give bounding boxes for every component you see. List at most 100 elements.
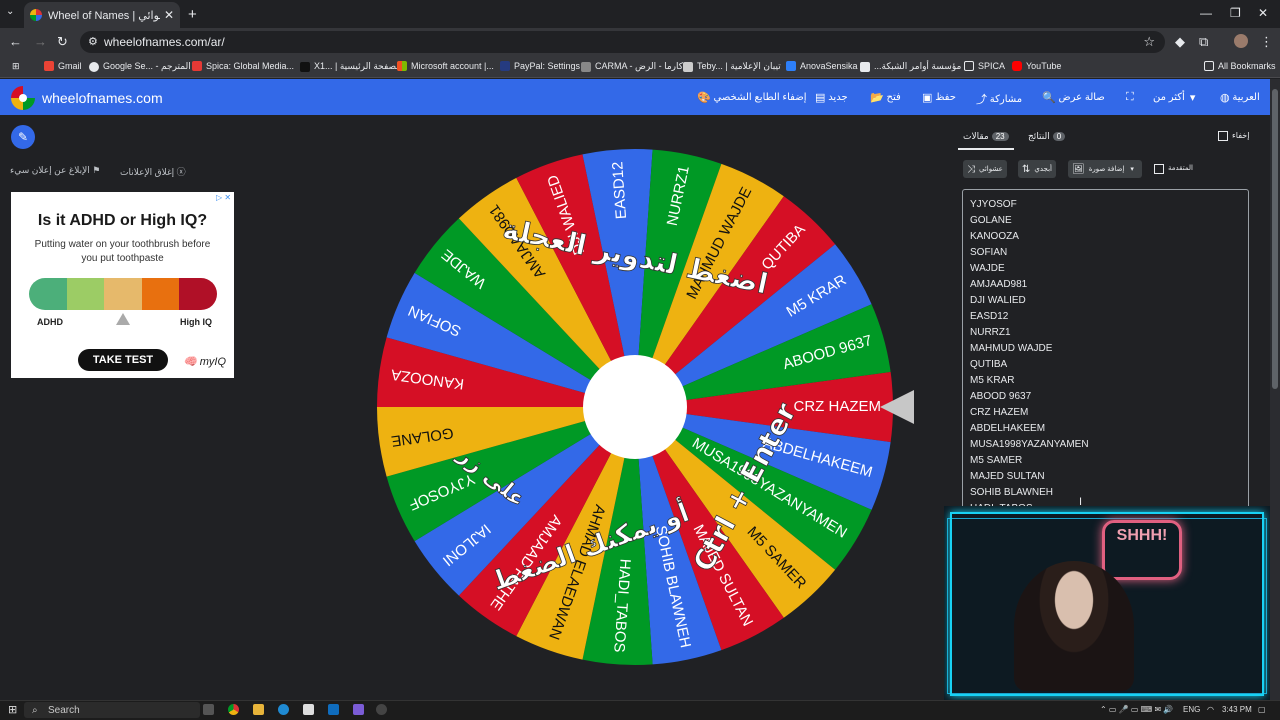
extensions-puzzle-icon[interactable]: ⧉: [1199, 34, 1208, 50]
bookmark-network[interactable]: ...مؤسسة أوامر الشبكة: [860, 61, 961, 72]
ad-choices-icon[interactable]: ▷ ✕: [216, 193, 231, 202]
shuffle-icon: ⤨: [967, 163, 975, 175]
entry-line: ABDELHAKEEM: [970, 423, 1046, 434]
take-test-button[interactable]: TAKE TEST: [78, 349, 168, 371]
search-icon: ⌕: [32, 704, 38, 716]
outlook-icon[interactable]: [328, 704, 339, 715]
all-bookmarks-folder[interactable]: All Bookmarks: [1204, 61, 1276, 71]
address-bar[interactable]: ⚙ wheelofnames.com/ar/ ☆: [80, 31, 1165, 53]
advanced-checkbox[interactable]: [1154, 164, 1164, 174]
advanced-label: المتقدمة: [1168, 165, 1193, 172]
more-menu[interactable]: أكثر من ▾: [1153, 91, 1195, 104]
tab-entries[interactable]: مقالات 23: [963, 131, 1009, 142]
app-icon[interactable]: [353, 704, 364, 715]
bookmark-gmail[interactable]: Gmail: [44, 61, 82, 71]
tab-title: Wheel of Names | اسم العشوائي: [48, 9, 160, 22]
entries-textarea[interactable]: YJYOSOF GOLANE KANOOZA SOFIAN WAJDE AMJAAD981…: [962, 189, 1249, 514]
shuffle-button[interactable]: ⤨ عشوائي: [963, 160, 1007, 178]
close-tab-icon[interactable]: ✕: [164, 8, 174, 22]
open-button[interactable]: 📂 فتح: [865, 91, 901, 104]
chrome-taskbar-icon[interactable]: [228, 704, 239, 715]
back-icon[interactable]: ←: [9, 34, 22, 49]
edit-pencil-button[interactable]: ✎: [11, 125, 35, 149]
brand-name[interactable]: wheelofnames.com: [42, 90, 163, 106]
browser-menu-icon[interactable]: ⋮: [1260, 34, 1273, 50]
customize-button[interactable]: 🎨 إضفاء الطابع الشخصي: [692, 91, 807, 104]
input-language[interactable]: ENG: [1183, 705, 1200, 714]
ad-subtext: Putting water on your toothbrush before …: [34, 239, 211, 264]
clock[interactable]: 3:43 PM: [1222, 705, 1252, 714]
wheel-center[interactable]: [583, 355, 687, 459]
extension-icon[interactable]: ◆: [1175, 34, 1185, 50]
tab-results[interactable]: النتائج 0: [1028, 131, 1066, 142]
save-button[interactable]: ▣ حفظ: [917, 91, 956, 104]
hide-label: إخفاء: [1232, 131, 1250, 140]
tab-search-icon[interactable]: ⌄: [6, 6, 14, 17]
site-info-icon[interactable]: ⚙: [88, 35, 98, 48]
system-tray-icons[interactable]: ⌃ ▭ 🎤 ▭ ⌨ ✉ 🔊: [1100, 705, 1173, 714]
new-tab-icon[interactable]: +: [188, 6, 197, 23]
palette-icon: 🎨: [697, 92, 711, 104]
bookmark-anovasensika[interactable]: AnovaSensika: [786, 61, 858, 71]
share-icon: ⤴: [976, 94, 987, 106]
bookmark-google-translate[interactable]: Google Se... - المترجم: [89, 61, 191, 72]
profile-avatar[interactable]: [1234, 34, 1248, 48]
bookmark-star-icon[interactable]: ☆: [1143, 34, 1155, 50]
bookmark-carma[interactable]: CARMA - كارما - الرض...: [581, 61, 691, 72]
bookmark-paypal[interactable]: PayPal: Settings: [500, 61, 580, 71]
browser-tab[interactable]: Wheel of Names | اسم العشوائي ✕: [24, 2, 180, 28]
share-button[interactable]: ⤴ مشاركة: [971, 91, 1022, 107]
entry-line: AMJAAD981: [970, 279, 1028, 290]
gallery-button[interactable]: 🔍 صالة عرض: [1037, 91, 1105, 104]
bookmark-microsoft[interactable]: Microsoft account |...: [397, 61, 494, 71]
task-view-icon[interactable]: [203, 704, 214, 715]
close-ads-link[interactable]: إغلاق الإعلانات ⓧ: [120, 165, 186, 178]
restore-icon[interactable]: ❐: [1230, 6, 1241, 20]
entry-line: SOFIAN: [970, 247, 1008, 258]
sort-icon: ⇅: [1022, 163, 1031, 175]
page-scrollbar[interactable]: [1270, 79, 1280, 700]
bookmark-folder-spica[interactable]: SPICA: [964, 61, 1005, 71]
triangle-marker-icon: [116, 313, 130, 325]
entry-line: DJI WALIED: [970, 295, 1026, 306]
entry-line: SOHIB BLAWNEH: [970, 487, 1053, 498]
wifi-icon[interactable]: ◠: [1207, 705, 1214, 714]
bookmark-teby[interactable]: Teby... | تيبان الإعلامية: [683, 61, 781, 72]
language-menu[interactable]: ◍ العربية: [1215, 91, 1260, 104]
add-image-button[interactable]: 🖼 إضافة صورة ▾: [1068, 160, 1142, 178]
close-circle-icon: ⓧ: [176, 167, 186, 177]
bookmark-spica-global[interactable]: Spica: Global Media...: [192, 61, 294, 71]
obs-icon[interactable]: [376, 704, 387, 715]
taskbar-search[interactable]: ⌕ Search: [24, 702, 200, 718]
new-button[interactable]: ▤ جديد: [810, 91, 848, 104]
store-icon[interactable]: [303, 704, 314, 715]
fullscreen-button[interactable]: ⛶: [1121, 91, 1134, 104]
spin-wheel[interactable]: CRZ HAZEM ABDELHAKEEM MUSA1998YAZANYAMEN M5…: [376, 148, 894, 666]
wheel-logo-icon[interactable]: [11, 86, 35, 110]
chevron-down-icon: ▾: [1189, 92, 1196, 104]
apps-grid-icon[interactable]: ⊞: [12, 61, 20, 72]
hide-checkbox[interactable]: [1218, 131, 1228, 141]
report-ad-link[interactable]: الإبلاغ عن إعلان سيء ⚑: [10, 165, 100, 176]
globe-icon: ◍: [1220, 92, 1230, 104]
fullscreen-icon: ⛶: [1126, 91, 1134, 103]
advertisement[interactable]: ▷ ✕ Is it ADHD or High IQ? Putting water…: [11, 192, 234, 378]
minimize-icon[interactable]: —: [1200, 6, 1212, 20]
webcam-frame: [950, 512, 1264, 696]
bookmark-x1[interactable]: X1... | الصفحة الرئيسية: [300, 61, 402, 72]
active-tab-indicator: [958, 148, 1014, 150]
wheel-svg[interactable]: CRZ HAZEMABDELHAKEEMMUSA1998YAZANYAMENM5…: [376, 148, 894, 666]
scrollbar-thumb[interactable]: [1272, 89, 1278, 389]
new-file-icon: ▤: [815, 92, 826, 104]
close-window-icon[interactable]: ✕: [1258, 6, 1268, 20]
sort-button[interactable]: ⇅ أبجدي: [1018, 160, 1056, 178]
reload-icon[interactable]: ↻: [57, 34, 68, 50]
bookmark-youtube[interactable]: YouTube: [1012, 61, 1061, 71]
search-icon: 🔍: [1042, 92, 1056, 104]
notification-icon[interactable]: ▢: [1258, 705, 1266, 714]
entry-line: MAHMUD WAJDE: [970, 343, 1053, 354]
file-explorer-icon[interactable]: [253, 704, 264, 715]
windows-start-icon[interactable]: ⊞: [8, 703, 17, 716]
forward-icon[interactable]: →: [34, 34, 47, 49]
edge-icon[interactable]: [278, 704, 289, 715]
